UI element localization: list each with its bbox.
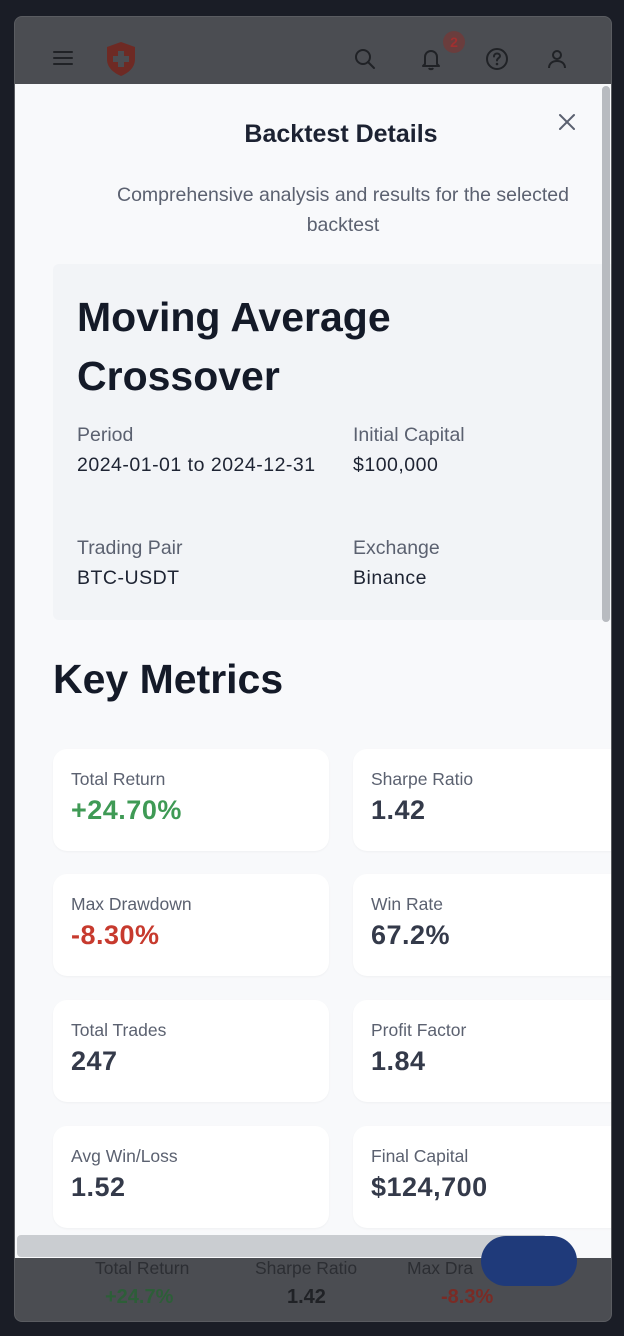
summary-label: Sharpe Ratio [255, 1258, 358, 1278]
metric-card-profit-factor: Profit Factor 1.84 [353, 1000, 611, 1102]
bell-icon[interactable] [419, 47, 443, 71]
period-value: 2024-01-01 to 2024-12-31 [77, 454, 316, 476]
background-summary-strip: Total Return +24.7% Sharpe Ratio 1.42 Ma… [15, 1236, 611, 1321]
search-icon[interactable] [353, 47, 377, 71]
trading-pair-value: BTC-USDT [77, 567, 180, 589]
top-app-bar: 2 [15, 17, 611, 85]
metric-label: Sharpe Ratio [371, 769, 474, 789]
summary-value: -8.3% [441, 1286, 494, 1308]
metric-card-win-rate: Win Rate 67.2% [353, 874, 611, 976]
metric-label: Final Capital [371, 1146, 469, 1166]
metric-value: -8.30% [71, 920, 160, 950]
user-icon[interactable] [545, 47, 569, 71]
help-icon[interactable] [485, 47, 509, 71]
summary-label: Total Return [95, 1258, 190, 1278]
metric-value: 1.42 [371, 795, 426, 825]
strategy-summary-card: Moving Average Crossover Period 2024-01-… [53, 264, 611, 620]
floating-action-button[interactable] [481, 1236, 577, 1286]
metric-label: Total Trades [71, 1020, 167, 1040]
initial-capital-value: $100,000 [353, 454, 439, 476]
summary-value: +24.7% [105, 1286, 174, 1308]
metric-label: Max Drawdown [71, 894, 192, 914]
metric-card-final-capital: Final Capital $124,700 [353, 1126, 611, 1228]
metric-label: Total Return [71, 769, 166, 789]
notification-badge: 2 [443, 31, 465, 53]
metric-value: 67.2% [371, 920, 451, 950]
vertical-scrollbar[interactable] [602, 86, 610, 622]
summary-value: 1.42 [287, 1286, 326, 1308]
exchange-value: Binance [353, 567, 427, 589]
shield-logo-icon[interactable] [105, 41, 137, 77]
strategy-name: Moving Average Crossover [77, 294, 391, 399]
metric-label: Win Rate [371, 894, 443, 914]
metric-value: 1.84 [371, 1046, 426, 1076]
menu-icon[interactable] [53, 51, 73, 67]
app-frame: 2 Backtest Details Comprehensive analysi… [14, 16, 612, 1322]
metric-card-sharpe-ratio: Sharpe Ratio 1.42 [353, 749, 611, 851]
metric-card-avg-win-loss: Avg Win/Loss 1.52 [53, 1126, 329, 1228]
metric-label: Profit Factor [371, 1020, 467, 1040]
horizontal-scrollbar[interactable] [17, 1235, 547, 1257]
backtest-details-modal: Backtest Details Comprehensive analysis … [15, 84, 611, 1258]
period-label: Period [77, 424, 134, 446]
modal-title: Backtest Details [244, 120, 438, 148]
modal-description: Comprehensive analysis and results for t… [117, 184, 569, 236]
trading-pair-label: Trading Pair [77, 537, 183, 559]
metric-value: 247 [71, 1046, 118, 1076]
summary-label: Max Dra [407, 1258, 474, 1278]
metric-card-max-drawdown: Max Drawdown -8.30% [53, 874, 329, 976]
metric-card-total-return: Total Return +24.70% [53, 749, 329, 851]
metric-value: $124,700 [371, 1172, 488, 1202]
metric-label: Avg Win/Loss [71, 1146, 178, 1166]
metric-card-total-trades: Total Trades 247 [53, 1000, 329, 1102]
metric-value: 1.52 [71, 1172, 126, 1202]
initial-capital-label: Initial Capital [353, 424, 465, 446]
metric-value: +24.70% [71, 795, 182, 825]
exchange-label: Exchange [353, 537, 440, 559]
key-metrics-heading: Key Metrics [53, 656, 284, 702]
